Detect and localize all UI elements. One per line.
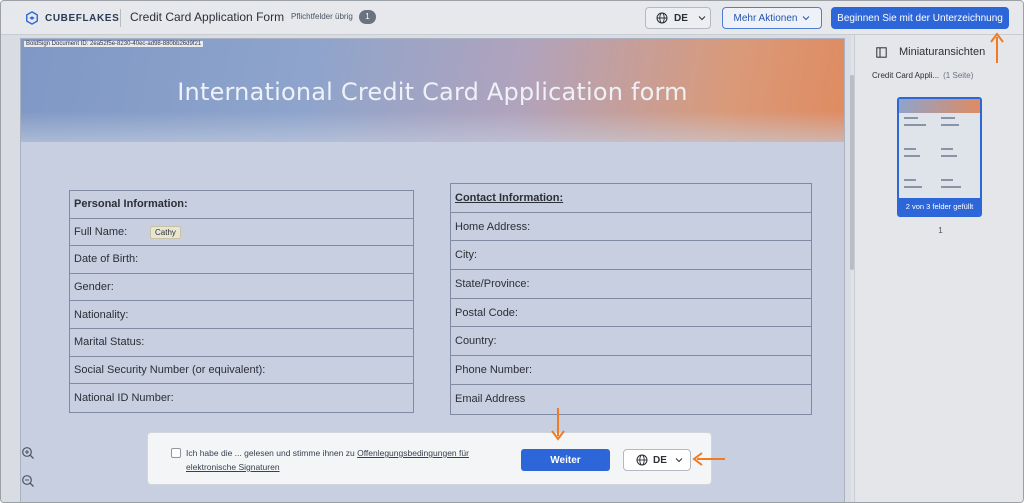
form-row-marital-status: Marital Status: — [70, 329, 413, 357]
thumbnail-panel-title: Miniaturansichten — [899, 46, 986, 58]
chevron-down-icon — [675, 458, 683, 463]
zoom-out-icon — [22, 475, 34, 487]
full-name-field[interactable]: Cathy — [150, 225, 181, 239]
thumbnail-fill-status: 2 von 3 felder gefüllt — [899, 198, 980, 215]
form-row-full-name: Full Name: Cathy — [70, 219, 413, 247]
top-bar: CUBEFLAKES Credit Card Application Form … — [1, 1, 1023, 35]
arrow-annotation-continue-button — [551, 408, 565, 441]
zoom-in-button[interactable] — [18, 443, 38, 463]
brand-name: CUBEFLAKES — [45, 12, 120, 24]
chevron-down-icon — [803, 16, 810, 21]
consent-statement: Ich habe die ... gelesen und stimme ihne… — [186, 448, 355, 458]
form-row-national-id: National ID Number: — [74, 391, 174, 404]
arrow-annotation-language-selector — [692, 452, 725, 466]
globe-icon — [656, 12, 668, 24]
form-row-postal-code: Postal Code: — [451, 299, 811, 328]
personal-information-heading: Personal Information: — [70, 191, 413, 219]
personal-information-table: Personal Information: Full Name: Cathy D… — [69, 190, 414, 413]
form-row-country: Country: — [451, 327, 811, 357]
fit-screen-button[interactable] — [18, 499, 38, 502]
form-row-date-of-birth: Date of Birth: — [70, 246, 413, 274]
zoom-in-icon — [22, 447, 34, 459]
document-title: Credit Card Application Form — [130, 10, 285, 24]
header-divider — [120, 9, 121, 27]
required-fields-label: Pflichtfelder übrig — [291, 12, 353, 21]
consent-checkbox[interactable] — [171, 448, 181, 458]
brand-logo: CUBEFLAKES — [25, 11, 119, 25]
thumbnail-document-name: Credit Card Appli... (1 Seite) — [872, 71, 974, 80]
thumbnail-page-number: 1 — [938, 226, 943, 235]
consent-panel: Ich habe die ... gelesen und stimme ihne… — [147, 432, 712, 485]
zoom-toolbar — [17, 443, 39, 502]
more-actions-button[interactable]: Mehr Aktionen — [722, 7, 822, 29]
consent-language-label: DE — [653, 454, 667, 466]
arrow-annotation-start-button — [990, 32, 1004, 63]
form-row-gender: Gender: — [70, 274, 413, 302]
page-thumbnail[interactable]: 2 von 3 felder gefüllt — [897, 97, 982, 217]
thumbnail-panel: Miniaturansichten Credit Card Appli... (1… — [854, 35, 1023, 502]
consent-text: Ich habe die ... gelesen und stimme ihne… — [186, 446, 506, 474]
form-row-phone: Phone Number: — [451, 356, 811, 385]
document-banner: International Credit Card Application fo… — [21, 39, 844, 142]
contact-information-table: Contact Information: Home Address: City:… — [450, 183, 812, 415]
panel-icon[interactable] — [876, 46, 887, 58]
required-fields-count-badge: 1 — [359, 10, 376, 24]
app-window: CUBEFLAKES Credit Card Application Form … — [0, 0, 1024, 503]
thumbnail-panel-header: Miniaturansichten — [876, 46, 985, 58]
consent-language-selector[interactable]: DE — [623, 449, 691, 471]
globe-icon — [636, 454, 648, 466]
banner-title: International Credit Card Application fo… — [177, 78, 688, 106]
contact-information-heading: Contact Information: — [451, 184, 811, 213]
language-label: DE — [674, 12, 688, 24]
language-selector[interactable]: DE — [645, 7, 711, 29]
form-row-social-security: Social Security Number (or equivalent): — [70, 357, 413, 385]
form-row-state: State/Province: — [451, 270, 811, 299]
more-actions-label: Mehr Aktionen — [733, 12, 798, 24]
start-signing-button[interactable]: Beginnen Sie mit der Unterzeichnung — [831, 7, 1009, 29]
form-row-home-address: Home Address: — [451, 213, 811, 242]
form-row-nationality: Nationality: — [70, 301, 413, 329]
form-row-email: Email Address — [455, 393, 526, 406]
chevron-down-icon — [698, 16, 706, 21]
continue-button[interactable]: Weiter — [521, 449, 610, 471]
cubeflakes-logo-icon — [26, 11, 38, 25]
document-id: BoldSign Document ID: 2ea52f5e-8230-40ec… — [24, 41, 204, 47]
zoom-out-button[interactable] — [18, 471, 38, 491]
form-row-city: City: — [451, 241, 811, 271]
